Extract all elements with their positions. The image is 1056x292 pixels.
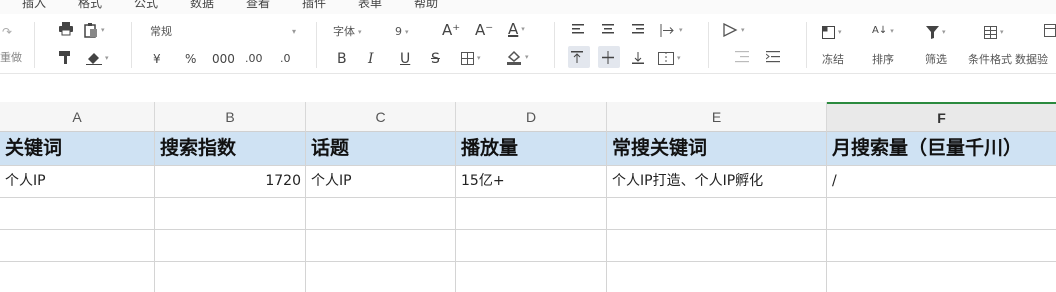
menu-formula[interactable]: 公式 bbox=[134, 0, 158, 11]
cell-c1[interactable]: 话题 bbox=[306, 132, 456, 166]
cell-f4[interactable] bbox=[827, 230, 1056, 262]
cell-b2[interactable]: 1720 bbox=[155, 166, 306, 198]
text-wrap-icon[interactable]: ▾ bbox=[660, 22, 683, 38]
filter-label[interactable]: 筛选 bbox=[925, 52, 947, 68]
sort-label[interactable]: 排序 bbox=[872, 52, 894, 68]
print-icon[interactable] bbox=[58, 22, 74, 36]
menu-bar: 插入 格式 公式 数据 查看 插件 表单 帮助 bbox=[0, 0, 1056, 14]
menu-format[interactable]: 格式 bbox=[78, 0, 102, 11]
column-header-a[interactable]: A bbox=[0, 102, 155, 132]
menu-help[interactable]: 帮助 bbox=[414, 0, 438, 11]
strikethrough-button[interactable]: S bbox=[431, 51, 440, 67]
freeze-icon[interactable]: ▾ bbox=[822, 24, 842, 40]
increase-decimal-icon[interactable]: .00 bbox=[245, 51, 263, 67]
text-rotation-icon[interactable]: ▾ bbox=[722, 22, 745, 38]
cell-e5[interactable] bbox=[607, 262, 827, 292]
sort-icon[interactable]: A↓ ▾ bbox=[872, 23, 894, 39]
filter-icon[interactable]: ▾ bbox=[926, 24, 946, 40]
bold-button[interactable]: B bbox=[337, 51, 347, 67]
merge-cells-icon[interactable]: ▾ bbox=[658, 50, 681, 66]
cell-d2[interactable]: 15亿+ bbox=[456, 166, 607, 198]
cell-d1[interactable]: 播放量 bbox=[456, 132, 607, 166]
cell-f3[interactable] bbox=[827, 198, 1056, 230]
cell-e4[interactable] bbox=[607, 230, 827, 262]
cell-c2[interactable]: 个人IP bbox=[306, 166, 456, 198]
menu-insert[interactable]: 插入 bbox=[22, 0, 46, 11]
cell-f2[interactable]: / bbox=[827, 166, 1056, 198]
column-header-f[interactable]: F bbox=[827, 102, 1056, 132]
align-bottom-icon[interactable] bbox=[632, 51, 644, 64]
cell-a3[interactable] bbox=[0, 198, 155, 230]
cell-b3[interactable] bbox=[155, 198, 306, 230]
column-header-d[interactable]: D bbox=[456, 102, 607, 132]
thousands-separator-button[interactable]: 000 bbox=[212, 51, 235, 67]
column-header-e[interactable]: E bbox=[607, 102, 827, 132]
number-format-select[interactable]: 常规 bbox=[150, 24, 172, 40]
cell-e2[interactable]: 个人IP打造、个人IP孵化 bbox=[607, 166, 827, 198]
cell-a2[interactable]: 个人IP bbox=[0, 166, 155, 198]
percent-button[interactable]: % bbox=[185, 51, 196, 67]
font-grow-button[interactable]: A⁺ bbox=[442, 22, 460, 38]
menu-data[interactable]: 数据 bbox=[190, 0, 214, 11]
cell-d5[interactable] bbox=[456, 262, 607, 292]
cell-a1[interactable]: 关键词 bbox=[0, 132, 155, 166]
data-validation-label[interactable]: 数据验 bbox=[1015, 52, 1048, 68]
cell-d3[interactable] bbox=[456, 198, 607, 230]
font-family-select[interactable]: 字体 ▾ bbox=[333, 24, 362, 40]
freeze-label[interactable]: 冻结 bbox=[822, 52, 844, 68]
cell-d4[interactable] bbox=[456, 230, 607, 262]
align-center-icon[interactable] bbox=[601, 23, 615, 35]
cell-c4[interactable] bbox=[306, 230, 456, 262]
decrease-decimal-icon[interactable]: .0 bbox=[280, 51, 291, 67]
menu-form[interactable]: 表单 bbox=[358, 0, 382, 11]
column-header-c[interactable]: C bbox=[306, 102, 456, 132]
borders-icon[interactable]: ▾ bbox=[461, 50, 481, 66]
cell-b1[interactable]: 搜索指数 bbox=[155, 132, 306, 166]
font-color-button[interactable]: A ▾ bbox=[508, 21, 525, 37]
menu-view[interactable]: 查看 bbox=[246, 0, 270, 11]
format-painter-icon[interactable] bbox=[58, 50, 72, 65]
paste-icon[interactable]: ▾ bbox=[84, 22, 105, 38]
redo-label: 重做 bbox=[0, 51, 22, 64]
font-shrink-button[interactable]: A⁻ bbox=[475, 22, 493, 38]
number-format-dropdown-icon[interactable]: ▾ bbox=[292, 24, 296, 40]
indent-decrease-icon[interactable] bbox=[735, 51, 749, 63]
column-header-b[interactable]: B bbox=[155, 102, 306, 132]
font-size-select[interactable]: 9 ▾ bbox=[395, 24, 409, 40]
cell-b5[interactable] bbox=[155, 262, 306, 292]
cell-a4[interactable] bbox=[0, 230, 155, 262]
conditional-format-icon[interactable]: ▾ bbox=[984, 24, 1004, 40]
currency-button[interactable]: ¥ bbox=[153, 51, 161, 67]
cell-f1[interactable]: 月搜索量（巨量千川） bbox=[827, 132, 1056, 166]
align-left-icon[interactable] bbox=[571, 23, 585, 35]
cell-a5[interactable] bbox=[0, 262, 155, 292]
data-validation-icon[interactable] bbox=[1044, 24, 1056, 37]
cell-f5[interactable] bbox=[827, 262, 1056, 292]
underline-button[interactable]: U bbox=[400, 51, 410, 67]
align-top-icon[interactable] bbox=[571, 51, 583, 64]
indent-increase-icon[interactable] bbox=[766, 51, 780, 63]
italic-button[interactable]: I bbox=[368, 51, 374, 67]
redo-icon[interactable]: ↷ bbox=[2, 24, 12, 40]
formula-area-gap bbox=[0, 75, 1056, 102]
menu-plugins[interactable]: 插件 bbox=[302, 0, 326, 11]
align-right-icon[interactable] bbox=[631, 23, 645, 35]
cell-c3[interactable] bbox=[306, 198, 456, 230]
cell-e3[interactable] bbox=[607, 198, 827, 230]
cell-b4[interactable] bbox=[155, 230, 306, 262]
cell-c5[interactable] bbox=[306, 262, 456, 292]
clear-format-icon[interactable]: ▾ bbox=[86, 50, 109, 66]
fill-color-icon[interactable]: ▾ bbox=[506, 49, 529, 65]
toolbar-ribbon: ↷ 重做 ▾ ▾ 常规 ▾ ¥ % 000 .00 .0 字体 ▾ 9 ▾ A⁺ A… bbox=[0, 14, 1056, 74]
cell-e1[interactable]: 常搜关键词 bbox=[607, 132, 827, 166]
conditional-format-label[interactable]: 条件格式 bbox=[968, 52, 1012, 68]
align-middle-icon[interactable] bbox=[602, 51, 614, 64]
